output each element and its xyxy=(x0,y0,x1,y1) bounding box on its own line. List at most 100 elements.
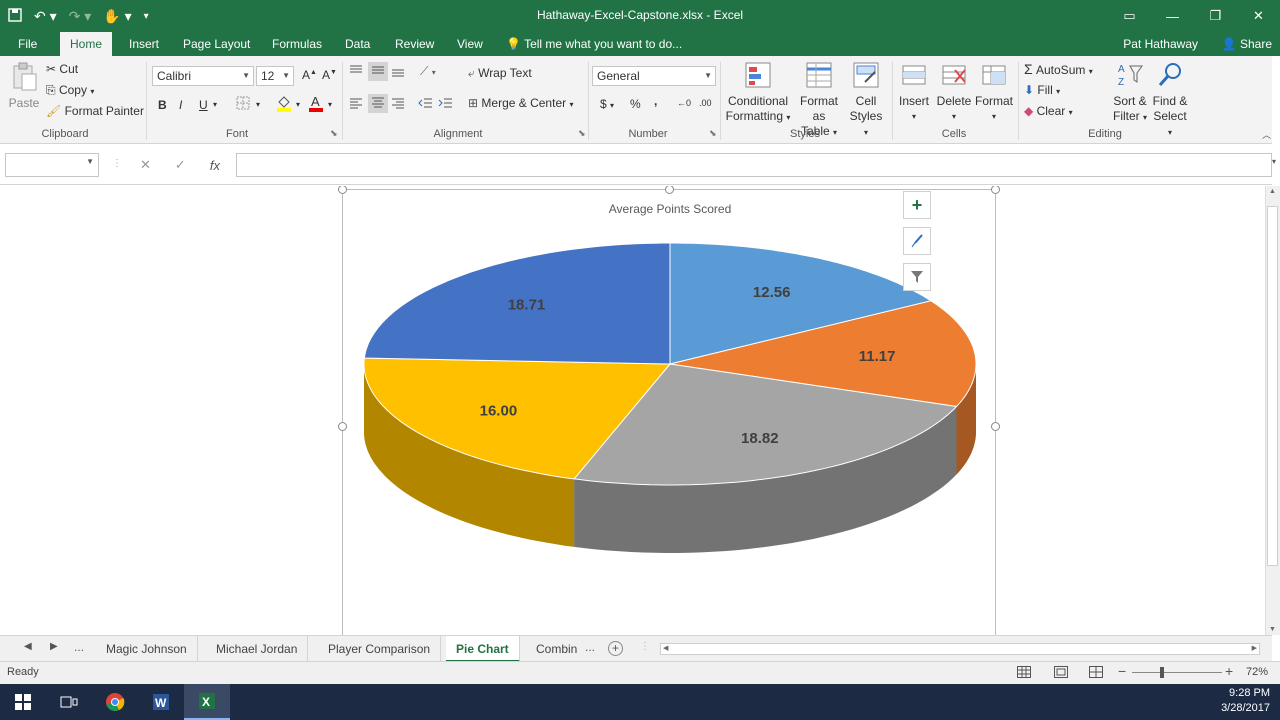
shrink-font-button[interactable]: A▼ xyxy=(322,68,337,82)
new-sheet-button[interactable]: + xyxy=(608,641,623,656)
scroll-left-icon[interactable]: ◀ xyxy=(663,644,668,652)
scroll-up-icon[interactable]: ▲ xyxy=(1269,188,1276,195)
start-button[interactable] xyxy=(0,684,46,720)
italic-button[interactable]: I xyxy=(179,98,182,112)
data-label-0[interactable]: 12.56 xyxy=(753,284,791,301)
data-label-2[interactable]: 18.82 xyxy=(741,430,779,447)
resize-handle-middle-left[interactable] xyxy=(338,422,347,431)
horizontal-scrollbar[interactable]: ◀ ▶ xyxy=(660,643,1260,655)
close-icon[interactable]: ✕ xyxy=(1237,0,1280,32)
chart-filters-button[interactable] xyxy=(903,263,931,291)
user-name[interactable]: Pat Hathaway xyxy=(1123,32,1198,56)
borders-button[interactable] xyxy=(236,96,250,113)
delete-cells-button[interactable]: Delete ▾ xyxy=(934,60,974,124)
alignment-dialog-launcher[interactable]: ⬊ xyxy=(578,128,586,139)
sheet-tab-combin[interactable]: Combin xyxy=(526,636,587,662)
percent-button[interactable]: % xyxy=(630,97,641,111)
decrease-decimal-button[interactable]: .00 xyxy=(699,98,712,108)
align-top-button[interactable] xyxy=(348,64,364,81)
conditional-formatting-button[interactable]: Conditional Formatting ▾ xyxy=(724,60,792,125)
resize-handle-middle-right[interactable] xyxy=(991,422,1000,431)
tab-home[interactable]: Home xyxy=(60,32,113,56)
font-name-select[interactable]: Calibri ▼ xyxy=(152,66,254,86)
font-size-select[interactable]: 12 ▼ xyxy=(256,66,294,86)
sheet-tab-pie-chart[interactable]: Pie Chart xyxy=(446,636,520,662)
worksheet-area[interactable]: Average Points Scored 12.56 11.17 18.82 16.… xyxy=(0,186,1265,635)
scroll-tabs-left-icon[interactable]: ◀ xyxy=(24,641,32,652)
sort-filter-button[interactable]: AZ Sort & Filter ▾ xyxy=(1110,60,1150,125)
pie-chart-plot[interactable]: 12.56 11.17 18.82 16.00 18.71 xyxy=(343,190,997,635)
fill-button[interactable]: ⬇ Fill ▾ xyxy=(1024,83,1060,97)
zoom-in-button[interactable]: + xyxy=(1225,663,1233,679)
increase-decimal-button[interactable]: ←0 xyxy=(677,98,691,108)
align-center-button[interactable] xyxy=(368,94,388,113)
minimize-icon[interactable]: — xyxy=(1151,0,1194,32)
pie-chart[interactable]: Average Points Scored 12.56 11.17 18.82 16.… xyxy=(342,189,996,635)
more-tabs-right[interactable]: ... xyxy=(585,640,595,654)
sheet-tab-michael-jordan[interactable]: Michael Jordan xyxy=(206,636,309,662)
restore-icon[interactable]: ❐ xyxy=(1194,0,1237,32)
autosum-button[interactable]: Σ AutoSum ▾ xyxy=(1024,61,1093,77)
cancel-entry-icon[interactable]: ✕ xyxy=(140,157,151,173)
tab-view[interactable]: View xyxy=(447,32,493,56)
underline-dropdown[interactable]: ▾ xyxy=(213,100,217,109)
tab-page-layout[interactable]: Page Layout xyxy=(173,32,260,56)
page-break-view-button[interactable] xyxy=(1089,666,1103,681)
scroll-down-icon[interactable]: ▼ xyxy=(1269,626,1276,633)
grow-font-button[interactable]: A▲ xyxy=(302,68,317,82)
paste-button[interactable]: Paste xyxy=(8,62,40,111)
align-bottom-button[interactable] xyxy=(390,64,406,81)
system-clock[interactable]: 9:28 PM 3/28/2017 xyxy=(1221,686,1270,716)
bold-button[interactable]: B xyxy=(158,98,167,112)
normal-view-button[interactable] xyxy=(1017,666,1031,681)
expand-formula-bar-icon[interactable]: ▾ xyxy=(1272,157,1276,166)
name-box[interactable]: ▼ xyxy=(5,153,99,177)
tab-data[interactable]: Data xyxy=(335,32,380,56)
task-view-button[interactable] xyxy=(46,684,92,720)
ribbon-display-options-icon[interactable]: ▭ xyxy=(1108,0,1151,32)
comma-button[interactable]: , xyxy=(654,94,657,108)
formula-input[interactable] xyxy=(236,153,1272,177)
merge-center-button[interactable]: ⊞ Merge & Center ▾ xyxy=(468,96,573,110)
format-painter-button[interactable]: 🖌 Format Painter xyxy=(46,104,144,118)
vertical-scrollbar[interactable]: ▲ ▼ xyxy=(1265,186,1280,635)
orientation-button[interactable]: ⟋ ▾ xyxy=(420,64,436,79)
chart-styles-button[interactable] xyxy=(903,227,931,255)
sheet-tab-magic-johnson[interactable]: Magic Johnson xyxy=(96,636,198,662)
underline-button[interactable]: U xyxy=(199,98,208,112)
insert-cells-button[interactable]: Insert ▾ xyxy=(896,60,932,124)
cell-styles-button[interactable]: Cell Styles ▾ xyxy=(846,60,886,140)
zoom-slider-thumb[interactable] xyxy=(1160,667,1164,678)
font-dialog-launcher[interactable]: ⬊ xyxy=(330,128,338,139)
insert-function-icon[interactable]: fx xyxy=(210,158,220,173)
scroll-right-icon[interactable]: ▶ xyxy=(1252,644,1257,652)
tab-review[interactable]: Review xyxy=(385,32,444,56)
tab-insert[interactable]: Insert xyxy=(119,32,169,56)
copy-button[interactable]: ⎘ Copy ▾ xyxy=(46,83,94,98)
data-label-4[interactable]: 18.71 xyxy=(508,296,546,313)
collapse-ribbon-icon[interactable]: ︿ xyxy=(1262,128,1271,141)
chrome-taskbar-button[interactable] xyxy=(92,684,138,720)
format-cells-button[interactable]: Format ▾ xyxy=(974,60,1014,124)
find-select-button[interactable]: Find & Select ▾ xyxy=(1150,60,1190,140)
resize-handle-top-right[interactable] xyxy=(991,186,1000,194)
zoom-slider[interactable] xyxy=(1132,672,1222,673)
align-left-button[interactable] xyxy=(348,96,364,113)
sheet-tab-player-comparison[interactable]: Player Comparison xyxy=(318,636,442,662)
decrease-indent-button[interactable] xyxy=(418,96,434,113)
zoom-level[interactable]: 72% xyxy=(1246,666,1268,678)
clear-button[interactable]: ◆ Clear ▾ xyxy=(1024,104,1073,118)
align-right-button[interactable] xyxy=(390,96,406,113)
wrap-text-button[interactable]: ⤶ Wrap Text xyxy=(468,66,532,81)
more-tabs-left[interactable]: ... xyxy=(74,640,84,654)
page-layout-view-button[interactable] xyxy=(1054,666,1068,681)
chart-elements-button[interactable]: + xyxy=(903,191,931,219)
share-button[interactable]: 👤 Share xyxy=(1222,32,1272,56)
increase-indent-button[interactable] xyxy=(438,96,454,113)
cut-button[interactable]: ✂ Cut xyxy=(46,62,78,76)
currency-button[interactable]: $ ▾ xyxy=(600,97,614,111)
tab-formulas[interactable]: Formulas xyxy=(262,32,332,56)
number-format-select[interactable]: General ▼ xyxy=(592,66,716,86)
fill-color-button[interactable] xyxy=(276,94,292,115)
vertical-scroll-thumb[interactable] xyxy=(1267,206,1278,566)
